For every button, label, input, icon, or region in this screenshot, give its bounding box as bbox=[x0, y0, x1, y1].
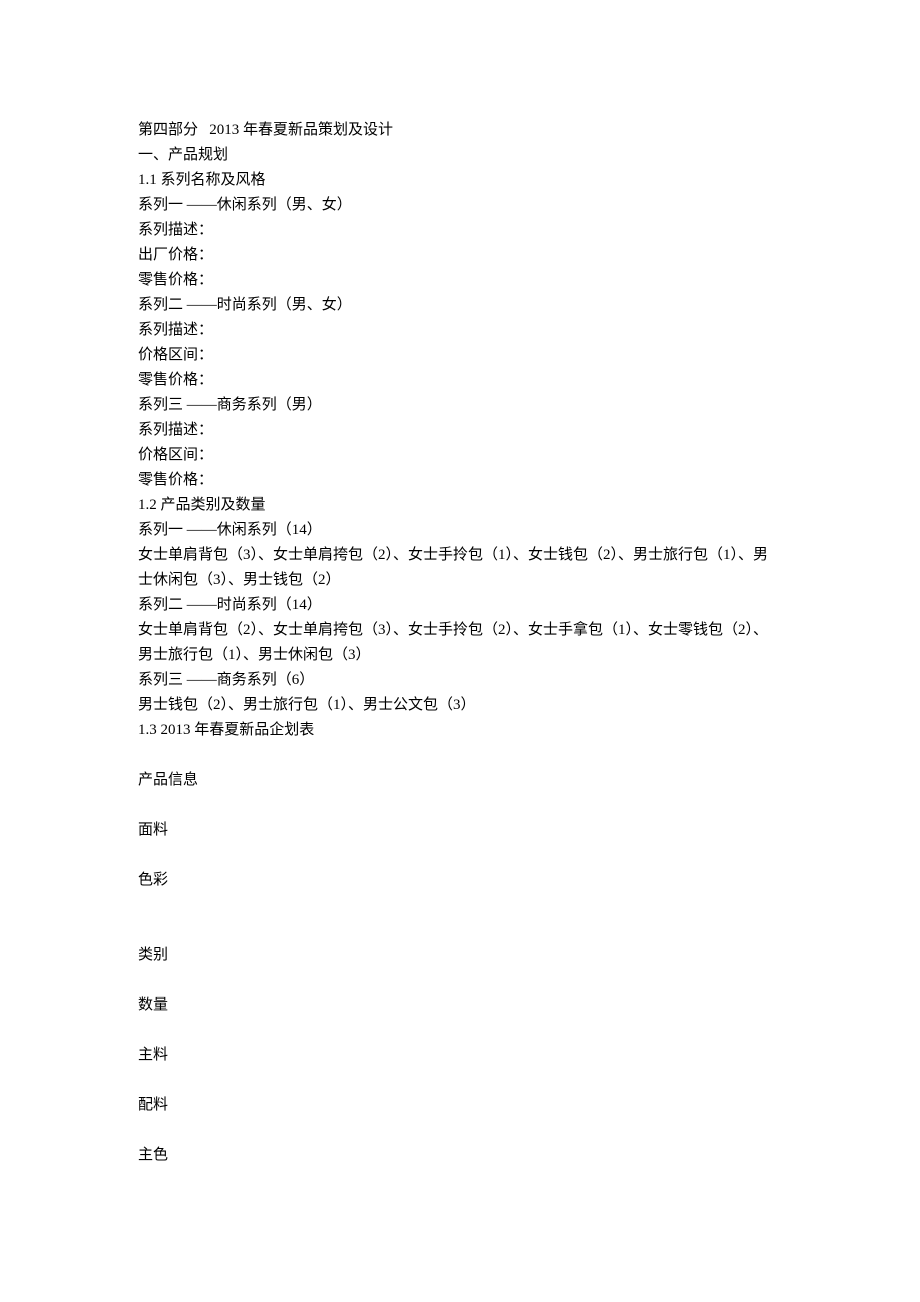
series-2-qty-title: 系列二 ——时尚系列（14） bbox=[138, 593, 782, 618]
blank-line bbox=[138, 1018, 782, 1043]
series-3-qty-title: 系列三 ——商务系列（6） bbox=[138, 668, 782, 693]
heading-1-3: 1.3 2013 年春夏新品企划表 bbox=[138, 718, 782, 743]
blank-line bbox=[138, 1068, 782, 1093]
blank-line bbox=[138, 893, 782, 918]
series-2-retail-price-label: 零售价格： bbox=[138, 368, 782, 393]
series-2-desc-label: 系列描述： bbox=[138, 318, 782, 343]
series-3-desc-label: 系列描述： bbox=[138, 418, 782, 443]
series-2-price-range-label: 价格区间： bbox=[138, 343, 782, 368]
blank-line bbox=[138, 843, 782, 868]
series-3-qty-detail: 男士钱包（2）、男士旅行包（1）、男士公文包（3） bbox=[138, 693, 782, 718]
section-title: 第四部分 2013 年春夏新品策划及设计 bbox=[138, 118, 782, 143]
heading-1-2: 1.2 产品类别及数量 bbox=[138, 493, 782, 518]
blank-line bbox=[138, 968, 782, 993]
series-3-price-range-label: 价格区间： bbox=[138, 443, 782, 468]
table-header-material: 面料 bbox=[138, 818, 782, 843]
table-col-category: 类别 bbox=[138, 943, 782, 968]
heading-1: 一、产品规划 bbox=[138, 143, 782, 168]
table-col-main-material: 主料 bbox=[138, 1043, 782, 1068]
table-col-accessory-material: 配料 bbox=[138, 1093, 782, 1118]
series-3-title: 系列三 ——商务系列（男） bbox=[138, 393, 782, 418]
blank-line bbox=[138, 918, 782, 943]
series-2-title: 系列二 ——时尚系列（男、女） bbox=[138, 293, 782, 318]
table-col-quantity: 数量 bbox=[138, 993, 782, 1018]
blank-line bbox=[138, 743, 782, 768]
series-1-desc-label: 系列描述： bbox=[138, 218, 782, 243]
series-1-retail-price-label: 零售价格： bbox=[138, 268, 782, 293]
table-header-product-info: 产品信息 bbox=[138, 768, 782, 793]
table-header-color: 色彩 bbox=[138, 868, 782, 893]
heading-1-1: 1.1 系列名称及风格 bbox=[138, 168, 782, 193]
blank-line bbox=[138, 793, 782, 818]
series-1-qty-detail: 女士单肩背包（3）、女士单肩挎包（2）、女士手拎包（1）、女士钱包（2）、男士旅… bbox=[138, 543, 782, 593]
series-2-qty-detail: 女士单肩背包（2）、女士单肩挎包（3）、女士手拎包（2）、女士手拿包（1）、女士… bbox=[138, 618, 782, 668]
blank-line bbox=[138, 1118, 782, 1143]
series-3-retail-price-label: 零售价格： bbox=[138, 468, 782, 493]
document-page: 第四部分 2013 年春夏新品策划及设计 一、产品规划 1.1 系列名称及风格 … bbox=[0, 0, 920, 1268]
series-1-title: 系列一 ——休闲系列（男、女） bbox=[138, 193, 782, 218]
table-col-main-color: 主色 bbox=[138, 1143, 782, 1168]
series-1-factory-price-label: 出厂价格： bbox=[138, 243, 782, 268]
series-1-qty-title: 系列一 ——休闲系列（14） bbox=[138, 518, 782, 543]
